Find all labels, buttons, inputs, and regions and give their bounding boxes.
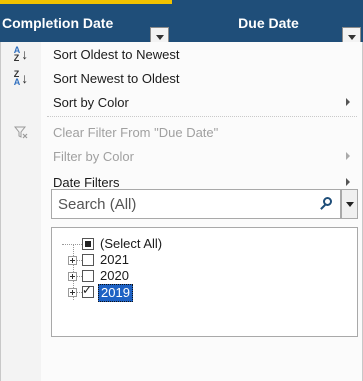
tree-item-label: 2020 xyxy=(100,268,129,283)
menu-item-clear-filter: Clear Filter From "Due Date" xyxy=(1,120,362,144)
menu-item-label: Sort Oldest to Newest xyxy=(53,46,180,62)
menu-item-label: Sort by Color xyxy=(53,94,129,110)
menu-item-label: Date Filters xyxy=(53,174,120,190)
completion-date-header[interactable]: Completion Date xyxy=(2,6,172,40)
year-checkbox-checked[interactable]: ✓ xyxy=(82,283,94,298)
filter-value-tree: (Select All) 2021 2020 ✓ 2019 xyxy=(51,227,358,337)
submenu-arrow-icon xyxy=(346,152,350,160)
search-options-dropdown[interactable] xyxy=(341,189,358,219)
tree-item-label: 2019 xyxy=(98,284,133,302)
menu-item-filter-by-color: Filter by Color xyxy=(1,144,362,168)
dropdown-arrow-icon xyxy=(155,34,164,40)
selected-header-accent xyxy=(0,0,172,4)
tree-item-2020[interactable]: 2020 xyxy=(52,268,352,284)
completion-date-label: Completion Date xyxy=(2,15,114,31)
search-input-text: Search (All) xyxy=(58,195,137,213)
select-all-checkbox[interactable] xyxy=(82,238,94,250)
sort-ascending-icon: A Z ↓ xyxy=(13,45,29,63)
year-checkbox[interactable] xyxy=(82,270,94,282)
menu-item-sort-oldest[interactable]: A Z ↓ Sort Oldest to Newest xyxy=(1,42,362,66)
menu-item-label: Filter by Color xyxy=(53,148,134,164)
submenu-arrow-icon xyxy=(346,178,350,186)
column-header-row: Completion Date Due Date xyxy=(0,0,363,45)
clear-filter-icon xyxy=(1,125,41,139)
due-date-label: Due Date xyxy=(238,15,299,31)
due-date-header[interactable]: Due Date xyxy=(176,6,361,40)
menu-item-sort-by-color[interactable]: Sort by Color xyxy=(1,90,362,114)
search-input[interactable]: Search (All) xyxy=(51,189,341,219)
checkmark-icon: ✓ xyxy=(82,283,93,297)
dropdown-arrow-icon xyxy=(347,34,356,40)
tree-item-label: (Select All) xyxy=(100,236,163,251)
submenu-arrow-icon xyxy=(346,98,350,106)
search-icon[interactable] xyxy=(318,195,336,213)
menu-separator xyxy=(47,116,357,117)
year-checkbox[interactable] xyxy=(82,254,94,266)
menu-item-sort-newest[interactable]: Z A ↓ Sort Newest to Oldest xyxy=(1,66,362,90)
tree-expand-icon[interactable] xyxy=(68,256,77,265)
tree-expand-icon[interactable] xyxy=(68,288,77,297)
tree-item-2021[interactable]: 2021 xyxy=(52,252,352,268)
sort-descending-icon: Z A ↓ xyxy=(13,69,29,87)
tree-expand-icon[interactable] xyxy=(68,272,77,281)
filter-dropdown-menu: A Z ↓ Sort Oldest to Newest Z A ↓ Sort Newes… xyxy=(0,42,363,381)
tree-item-2019[interactable]: ✓ 2019 xyxy=(52,283,352,302)
dropdown-arrow-icon xyxy=(345,201,354,207)
tree-item-select-all[interactable]: (Select All) xyxy=(52,236,352,252)
menu-item-label: Clear Filter From "Due Date" xyxy=(53,124,219,140)
menu-item-label: Sort Newest to Oldest xyxy=(53,70,180,86)
tree-item-label: 2021 xyxy=(100,252,129,267)
